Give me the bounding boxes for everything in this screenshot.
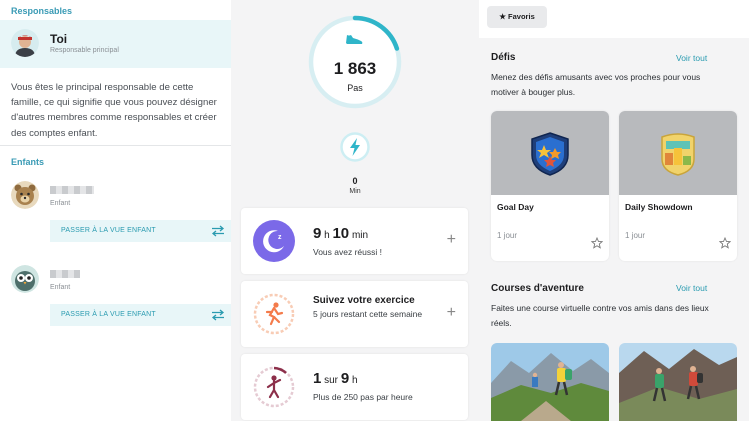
- owner-role: Responsable principal: [50, 47, 119, 54]
- switch-to-child-view-button[interactable]: PASSER À LA VUE ENFANT: [50, 220, 231, 242]
- favorite-star-icon[interactable]: [719, 237, 731, 249]
- challenge-name: Daily Showdown: [625, 202, 693, 212]
- bear-avatar-icon[interactable]: [11, 181, 39, 209]
- adventures-title: Courses d'aventure: [491, 283, 584, 294]
- exercise-subtitle: 5 jours restant cette semaine: [313, 309, 423, 319]
- hourly-subtitle: Plus de 250 pas par heure: [313, 392, 413, 402]
- challenges-title: Défis: [491, 52, 516, 63]
- challenges-see-all-link[interactable]: Voir tout: [676, 53, 707, 63]
- switch-button-label: PASSER À LA VUE ENFANT: [61, 311, 156, 318]
- active-minutes-value: 0: [352, 176, 358, 186]
- family-panel: Responsables Toi Responsable principal V…: [0, 0, 231, 421]
- steps-count: 1 863: [333, 59, 377, 78]
- switch-to-child-view-button[interactable]: PASSER À LA VUE ENFANT: [50, 304, 231, 326]
- active-minutes-label: Min: [349, 188, 361, 195]
- child-role: Enfant: [50, 284, 71, 291]
- child-name-redacted: [50, 186, 94, 194]
- steps-label: Pas: [347, 83, 363, 93]
- divider: [0, 145, 231, 146]
- challenge-card-goal-day[interactable]: Goal Day 1 jour: [491, 111, 609, 261]
- challenge-card-daily-showdown[interactable]: Daily Showdown 1 jour: [619, 111, 737, 261]
- adventures-see-all-link[interactable]: Voir tout: [676, 283, 707, 293]
- favorite-star-icon[interactable]: [591, 237, 603, 249]
- sleep-card[interactable]: z 9 h 10 min Vous avez réussi ! +: [241, 208, 468, 274]
- owners-section-title: Responsables: [11, 6, 73, 16]
- owner-avatar[interactable]: [11, 29, 39, 57]
- swap-arrows-icon: [211, 309, 225, 321]
- add-sleep-button[interactable]: +: [447, 232, 456, 248]
- family-description: Vous êtes le principal responsable de ce…: [11, 82, 217, 139]
- adventures-description: Faites une course virtuelle contre vos a…: [491, 303, 709, 328]
- bolt-icon[interactable]: [340, 132, 370, 162]
- discover-panel: ★ Favoris Défis Voir tout Menez des défi…: [479, 0, 749, 421]
- challenges-description: Menez des défis amusants avec vos proche…: [491, 72, 701, 97]
- runner-icon: [253, 293, 295, 335]
- moon-icon: z: [253, 220, 295, 262]
- exercise-card[interactable]: Suivez votre exercice 5 jours restant ce…: [241, 281, 468, 347]
- hourly-progress: 1 sur 9 h: [313, 370, 358, 387]
- adventure-photo[interactable]: [491, 343, 609, 421]
- challenge-name: Goal Day: [497, 202, 534, 212]
- children-section-title: Enfants: [11, 157, 45, 167]
- child-name-redacted: [50, 270, 80, 278]
- sleep-status: Vous avez réussi !: [313, 247, 382, 257]
- favorites-chip[interactable]: ★ Favoris: [487, 6, 547, 28]
- switch-button-label: PASSER À LA VUE ENFANT: [61, 227, 156, 234]
- hourly-activity-card[interactable]: 1 sur 9 h Plus de 250 pas par heure: [241, 354, 468, 420]
- svg-text:z: z: [278, 234, 282, 241]
- challenge-duration: 1 jour: [625, 231, 646, 240]
- walker-icon: [253, 366, 295, 408]
- challenge-duration: 1 jour: [497, 231, 518, 240]
- swap-arrows-icon: [211, 225, 225, 237]
- today-panel: 1 863 Pas 0 Min z 9 h 10 min Vous avez r…: [231, 0, 479, 421]
- podium-badge-icon: [661, 133, 695, 176]
- shield-stars-badge-icon: [531, 132, 569, 176]
- owl-avatar-icon[interactable]: [11, 265, 39, 293]
- exercise-title: Suivez votre exercice: [313, 295, 415, 306]
- sleep-duration: 9 h 10 min: [313, 225, 369, 242]
- shoe-icon: [346, 35, 363, 44]
- adventure-photo[interactable]: [619, 343, 737, 421]
- child-role: Enfant: [50, 200, 71, 207]
- add-exercise-button[interactable]: +: [447, 305, 456, 321]
- owner-name: Toi: [50, 32, 68, 46]
